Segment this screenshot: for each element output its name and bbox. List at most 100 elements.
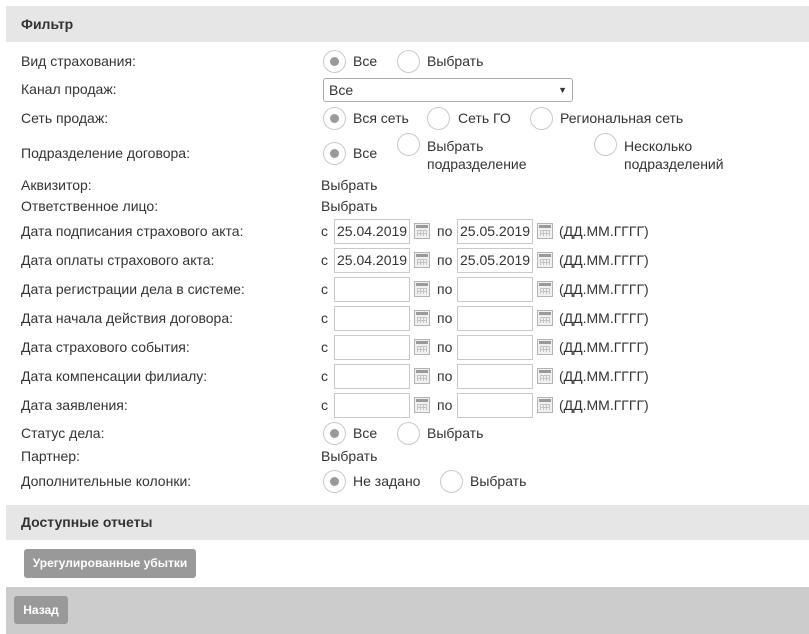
settled-losses-report-button[interactable]: Урегулированные убытки [24, 549, 196, 578]
insured-event-to-input[interactable] [457, 335, 533, 360]
calendar-icon[interactable] [537, 281, 553, 297]
calendar-icon[interactable] [537, 223, 553, 239]
date-format-hint: (ДД.ММ.ГГГГ) [559, 223, 649, 239]
case-status-select-label[interactable]: Выбрать [427, 425, 483, 441]
dropdown-arrow-icon: ▼ [558, 85, 567, 95]
contract-division-multi-line1: Несколько [624, 138, 693, 154]
calendar-icon[interactable] [537, 397, 553, 413]
extra-columns-none-radio[interactable] [323, 470, 346, 493]
date-from-label: с [321, 368, 328, 384]
date-from-label: с [321, 223, 328, 239]
contract-division-multi-line2: подразделений [624, 156, 724, 172]
branch-compensation-from-input[interactable] [334, 364, 410, 389]
contract-division-select-line2: подразделение [427, 156, 527, 172]
date-to-label: по [437, 223, 453, 239]
responsible-select-link[interactable]: Выбрать [321, 198, 377, 214]
sales-network-regional-label[interactable]: Региональная сеть [560, 110, 683, 126]
calendar-icon[interactable] [414, 397, 430, 413]
date-from-label: с [321, 397, 328, 413]
reports-panel-title: Доступные отчеты [6, 505, 809, 540]
contract-start-label: Дата начала действия договора: [21, 310, 234, 326]
extra-columns-none-label[interactable]: Не задано [353, 473, 420, 489]
date-from-label: с [321, 310, 328, 326]
case-registered-label: Дата регистрации дела в системе: [21, 281, 245, 297]
calendar-icon[interactable] [414, 223, 430, 239]
date-format-hint: (ДД.ММ.ГГГГ) [559, 310, 649, 326]
contract-start-from-input[interactable] [334, 306, 410, 331]
calendar-icon[interactable] [537, 339, 553, 355]
partner-label: Партнер: [21, 448, 80, 464]
acquirer-label: Аквизитор: [21, 177, 92, 193]
date-format-hint: (ДД.ММ.ГГГГ) [559, 397, 649, 413]
sales-network-regional-radio[interactable] [530, 107, 553, 130]
sales-network-label: Сеть продаж: [21, 110, 109, 126]
calendar-icon[interactable] [414, 281, 430, 297]
case-status-select-radio[interactable] [397, 422, 420, 445]
contract-division-multi-radio[interactable] [594, 133, 617, 156]
sales-channel-select[interactable]: Все ▼ [323, 78, 573, 102]
case-registered-to-input[interactable] [457, 277, 533, 302]
responsible-label: Ответственное лицо: [21, 198, 159, 214]
branch-compensation-to-input[interactable] [457, 364, 533, 389]
insurance-type-all-label[interactable]: Все [353, 53, 377, 69]
calendar-icon[interactable] [537, 310, 553, 326]
sales-channel-value: Все [329, 82, 354, 98]
case-status-all-label[interactable]: Все [353, 425, 377, 441]
contract-division-multi-label[interactable]: Несколько подразделений [624, 137, 724, 173]
case-status-label: Статус дела: [21, 425, 105, 441]
extra-columns-select-label[interactable]: Выбрать [470, 473, 526, 489]
application-from-input[interactable] [334, 393, 410, 418]
insured-event-label: Дата страхового события: [21, 339, 190, 355]
calendar-icon[interactable] [537, 368, 553, 384]
date-to-label: по [437, 397, 453, 413]
calendar-icon[interactable] [414, 310, 430, 326]
case-status-all-radio[interactable] [323, 422, 346, 445]
footer-bar [6, 587, 809, 634]
date-to-label: по [437, 339, 453, 355]
extra-columns-select-radio[interactable] [440, 470, 463, 493]
application-label: Дата заявления: [21, 397, 128, 413]
act-paid-from-input[interactable]: 25.04.2019 [334, 248, 410, 273]
date-format-hint: (ДД.ММ.ГГГГ) [559, 339, 649, 355]
insurance-type-select-label[interactable]: Выбрать [427, 53, 483, 69]
filter-panel-title: Фильтр [6, 6, 809, 42]
contract-division-label: Подразделение договора: [21, 145, 190, 161]
date-to-label: по [437, 252, 453, 268]
date-to-label: по [437, 310, 453, 326]
extra-columns-label: Дополнительные колонки: [21, 473, 192, 489]
date-to-label: по [437, 281, 453, 297]
contract-start-to-input[interactable] [457, 306, 533, 331]
calendar-icon[interactable] [537, 252, 553, 268]
date-from-label: с [321, 252, 328, 268]
sales-network-go-radio[interactable] [427, 107, 450, 130]
contract-division-select-radio[interactable] [397, 133, 420, 156]
sales-network-all-label[interactable]: Вся сеть [353, 110, 409, 126]
insured-event-from-input[interactable] [334, 335, 410, 360]
application-to-input[interactable] [457, 393, 533, 418]
calendar-icon[interactable] [414, 252, 430, 268]
calendar-icon[interactable] [414, 339, 430, 355]
date-format-hint: (ДД.ММ.ГГГГ) [559, 281, 649, 297]
insurance-type-label: Вид страхования: [21, 53, 136, 69]
act-paid-label: Дата оплаты страхового акта: [21, 252, 215, 268]
acquirer-select-link[interactable]: Выбрать [321, 177, 377, 193]
sales-network-go-label[interactable]: Сеть ГО [458, 110, 511, 126]
partner-select-link[interactable]: Выбрать [321, 448, 377, 464]
contract-division-select-label[interactable]: Выбрать подразделение [427, 137, 527, 173]
act-signed-from-input[interactable]: 25.04.2019 [334, 219, 410, 244]
calendar-icon[interactable] [414, 368, 430, 384]
date-from-label: с [321, 339, 328, 355]
back-button[interactable]: Назад [14, 596, 68, 624]
act-signed-label: Дата подписания страхового акта: [21, 223, 244, 239]
act-paid-to-input[interactable]: 25.05.2019 [457, 248, 533, 273]
case-registered-from-input[interactable] [334, 277, 410, 302]
act-signed-to-input[interactable]: 25.05.2019 [457, 219, 533, 244]
insurance-type-all-radio[interactable] [323, 50, 346, 73]
sales-channel-label: Канал продаж: [21, 81, 117, 97]
contract-division-select-line1: Выбрать [427, 138, 484, 154]
contract-division-all-radio[interactable] [323, 142, 346, 165]
contract-division-all-label[interactable]: Все [353, 145, 377, 161]
date-from-label: с [321, 281, 328, 297]
insurance-type-select-radio[interactable] [397, 50, 420, 73]
sales-network-all-radio[interactable] [323, 107, 346, 130]
